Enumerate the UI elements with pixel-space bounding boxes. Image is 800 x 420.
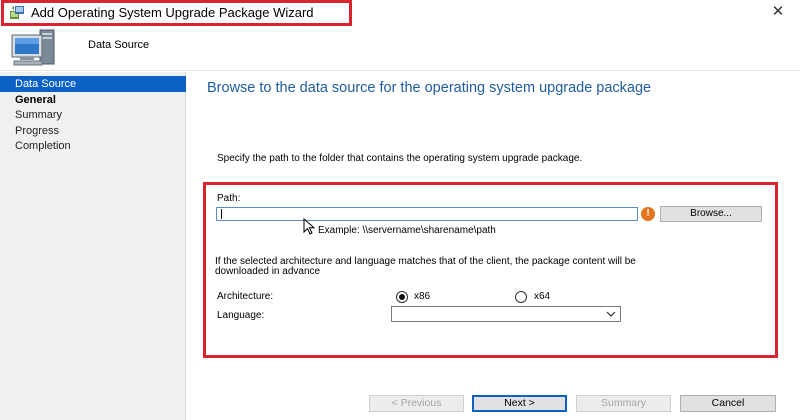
- language-label: Language:: [217, 310, 265, 321]
- close-icon: ✕: [771, 3, 785, 20]
- path-input[interactable]: [216, 207, 638, 221]
- language-select[interactable]: [391, 306, 621, 322]
- sidebar-item-progress[interactable]: Progress: [0, 123, 186, 139]
- previous-button[interactable]: < Previous: [369, 395, 464, 412]
- wizard-app-icon: [10, 6, 24, 19]
- title-bar: Add Operating System Upgrade Package Wiz…: [0, 0, 800, 27]
- mouse-pointer-icon: [303, 218, 316, 235]
- x64-label: x64: [534, 291, 551, 302]
- wizard-sidebar: Data Source General Summary Progress Com…: [0, 72, 186, 420]
- summary-button[interactable]: Summary: [576, 395, 671, 412]
- x86-radio[interactable]: [396, 291, 408, 303]
- window-title: Add Operating System Upgrade Package Wiz…: [31, 5, 314, 20]
- x86-label: x86: [414, 291, 431, 302]
- text-caret: [221, 209, 222, 219]
- sidebar-item-summary[interactable]: Summary: [0, 107, 186, 123]
- sidebar-item-general[interactable]: General: [0, 92, 186, 108]
- content-heading: Browse to the data source for the operat…: [207, 80, 652, 96]
- path-example-text: Example: \\servername\sharename\path: [318, 225, 496, 236]
- cancel-button[interactable]: Cancel: [680, 395, 776, 412]
- x64-radio[interactable]: [515, 291, 527, 303]
- warning-icon: !: [641, 207, 655, 221]
- sidebar-item-data-source[interactable]: Data Source: [0, 76, 186, 92]
- note-line-2: downloaded in advance: [215, 266, 321, 277]
- description-text: Specify the path to the folder that cont…: [217, 153, 583, 164]
- architecture-label: Architecture:: [217, 291, 274, 302]
- browse-button[interactable]: Browse...: [660, 206, 762, 222]
- close-button[interactable]: ✕: [768, 2, 788, 22]
- chevron-down-icon: [606, 311, 616, 317]
- radio-selected-dot: [399, 294, 405, 300]
- sidebar-item-completion[interactable]: Completion: [0, 138, 186, 154]
- wizard-header: Data Source: [0, 27, 800, 71]
- next-button[interactable]: Next >: [472, 395, 567, 412]
- computer-icon: [11, 29, 55, 66]
- path-label: Path:: [217, 193, 241, 204]
- page-title: Data Source: [88, 39, 150, 51]
